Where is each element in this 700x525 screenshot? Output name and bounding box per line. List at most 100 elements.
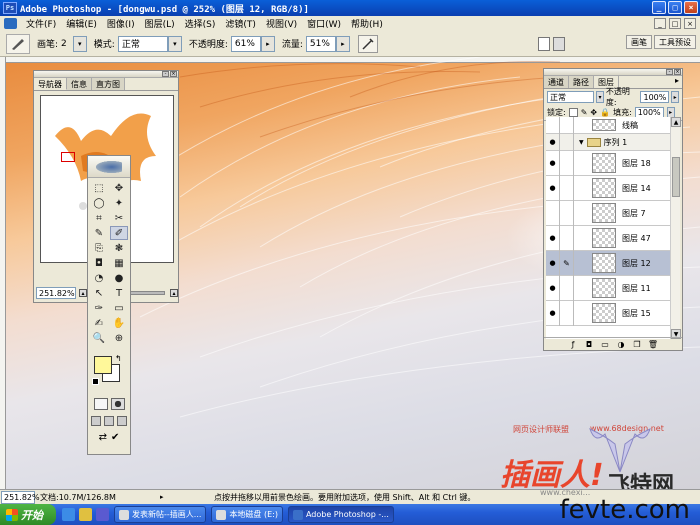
ie-icon[interactable] <box>62 508 75 521</box>
gradient-tool-icon[interactable]: ▦ <box>110 256 128 270</box>
menu-select[interactable]: 选择(S) <box>180 17 221 30</box>
brush-active-icon[interactable]: ✎ <box>560 250 574 276</box>
layer-row[interactable]: ● 图层 11 <box>546 275 670 301</box>
taskbar-item-active[interactable]: Adobe Photoshop -... <box>287 506 394 523</box>
layers-panel-grip[interactable]: - × <box>544 69 682 76</box>
opacity-slider-button[interactable]: ▸ <box>260 35 275 52</box>
taskbar-item[interactable]: 发表新帖--插画人... <box>114 506 207 523</box>
layer-name[interactable]: 图层 14 <box>622 183 651 194</box>
blur-tool-icon[interactable]: ◔ <box>90 271 108 285</box>
menu-image[interactable]: 图像(I) <box>102 17 140 30</box>
visibility-toggle[interactable] <box>546 200 560 226</box>
type-tool-icon[interactable]: T <box>110 286 128 300</box>
lock-pixels-icon[interactable]: ✎ <box>581 108 588 117</box>
layers-close-button[interactable]: × <box>674 69 681 75</box>
link-toggle[interactable] <box>560 300 574 326</box>
document-icon[interactable] <box>4 18 17 29</box>
layers-minimize-button[interactable]: - <box>666 69 673 75</box>
default-colors-icon[interactable] <box>92 378 99 385</box>
layer-row[interactable]: 线稿 <box>546 117 670 134</box>
lock-all-icon[interactable]: 🔒 <box>600 108 610 117</box>
navigator-close-button[interactable]: × <box>170 71 177 77</box>
layer-group-row[interactable]: ● ▼ 序列 1 <box>546 133 670 151</box>
navigator-minimize-button[interactable]: - <box>162 71 169 77</box>
link-toggle[interactable] <box>560 133 574 151</box>
zoom-in-icon[interactable]: ▴ <box>170 289 178 297</box>
pen-tool-icon[interactable]: ✑ <box>90 301 108 315</box>
crop-tool-icon[interactable]: ⌗ <box>90 211 108 225</box>
palette-well-brushes-tab[interactable]: 画笔 <box>626 35 652 49</box>
visibility-toggle[interactable] <box>546 117 560 134</box>
tab-channels[interactable]: 通道 <box>544 76 569 88</box>
toolbox-header[interactable] <box>88 156 130 178</box>
menu-help[interactable]: 帮助(H) <box>346 17 388 30</box>
layer-row[interactable]: ● 图层 47 <box>546 225 670 251</box>
menu-layer[interactable]: 图层(L) <box>140 17 180 30</box>
path-selection-tool-icon[interactable]: ↖ <box>90 286 108 300</box>
full-screen-menubar-mode-icon[interactable] <box>104 416 114 426</box>
slice-tool-icon[interactable]: ✂ <box>110 211 128 225</box>
start-button[interactable]: 开始 <box>0 504 56 525</box>
opacity-field[interactable]: 61% <box>230 35 261 52</box>
notes-tool-icon[interactable]: ✍ <box>90 316 108 330</box>
maximize-button[interactable]: □ <box>668 1 682 14</box>
dodge-tool-icon[interactable]: ● <box>110 271 128 285</box>
layer-name[interactable]: 图层 11 <box>622 283 651 294</box>
eye-icon[interactable]: ● <box>546 175 560 201</box>
adjustment-layer-icon[interactable]: ◑ <box>616 339 626 349</box>
brush-picker-dropdown[interactable]: ▾ <box>72 35 87 52</box>
status-zoom-field[interactable]: 251.82% <box>1 490 40 504</box>
doc-minimize-button[interactable]: _ <box>654 18 666 29</box>
navigator-zoom-field[interactable]: 251.82% <box>36 287 76 299</box>
mode-dropdown-icon[interactable]: ▾ <box>167 35 182 52</box>
doc-close-button[interactable]: × <box>684 18 696 29</box>
group-name[interactable]: 序列 1 <box>604 137 628 148</box>
zoom-out-icon[interactable]: ▴ <box>79 289 87 297</box>
new-layer-icon[interactable]: ❐ <box>632 339 642 349</box>
full-screen-mode-icon[interactable] <box>117 416 127 426</box>
standard-mode-icon[interactable] <box>93 398 108 410</box>
flow-field[interactable]: 51% <box>305 35 336 52</box>
link-toggle[interactable] <box>560 200 574 226</box>
layer-row[interactable]: 图层 7 <box>546 200 670 226</box>
blend-mode-dropdown-icon[interactable]: ▾ <box>596 91 604 103</box>
layer-row-selected[interactable]: ● ✎ 图层 12 <box>546 250 670 276</box>
blend-mode-select[interactable]: 正常 <box>547 91 595 103</box>
move-tool-icon[interactable]: ✥ <box>110 181 128 195</box>
magic-wand-tool-icon[interactable]: ✦ <box>110 196 128 210</box>
menu-filter[interactable]: 滤镜(T) <box>220 17 261 30</box>
foreground-color-swatch[interactable] <box>94 356 112 374</box>
layer-name[interactable]: 图层 7 <box>622 208 646 219</box>
layer-opacity-slider-button[interactable]: ▸ <box>671 91 679 103</box>
palette-well-tool-presets-tab[interactable]: 工具预设 <box>654 35 696 49</box>
delete-layer-icon[interactable]: 🗑 <box>648 339 658 349</box>
flow-slider-button[interactable]: ▸ <box>335 35 350 52</box>
swap-colors-icon[interactable]: ↰ <box>115 354 122 363</box>
navigator-panel-grip[interactable]: - × <box>34 71 178 78</box>
link-toggle[interactable] <box>560 275 574 301</box>
checkmark-icon[interactable]: ✔ <box>111 432 119 443</box>
brush-size-value[interactable]: 2 <box>61 39 67 49</box>
scroll-thumb[interactable] <box>672 157 680 197</box>
link-toggle[interactable] <box>560 225 574 251</box>
explorer-icon[interactable] <box>79 508 92 521</box>
new-document-icon[interactable] <box>538 37 550 51</box>
eye-icon[interactable]: ● <box>546 250 560 276</box>
eye-icon[interactable]: ● <box>546 150 560 176</box>
menu-window[interactable]: 窗口(W) <box>302 17 346 30</box>
layer-name[interactable]: 图层 47 <box>622 233 651 244</box>
tab-info[interactable]: 信息 <box>67 78 92 90</box>
tab-navigator[interactable]: 导航器 <box>34 78 67 90</box>
eye-icon[interactable]: ● <box>546 133 560 151</box>
link-toggle[interactable] <box>560 175 574 201</box>
brush-tool-icon[interactable]: ✐ <box>110 226 128 240</box>
quick-mask-mode-icon[interactable] <box>110 398 125 410</box>
menu-edit[interactable]: 编辑(E) <box>61 17 102 30</box>
menu-file[interactable]: 文件(F) <box>21 17 61 30</box>
tab-histogram[interactable]: 直方图 <box>92 78 125 90</box>
group-expand-icon[interactable]: ▼ <box>579 139 584 146</box>
rectangle-tool-icon[interactable]: ▭ <box>110 301 128 315</box>
adobe-feather-icon[interactable] <box>96 160 122 173</box>
navigator-view-box[interactable] <box>61 152 75 162</box>
layer-opacity-field[interactable]: 100% <box>640 91 670 103</box>
